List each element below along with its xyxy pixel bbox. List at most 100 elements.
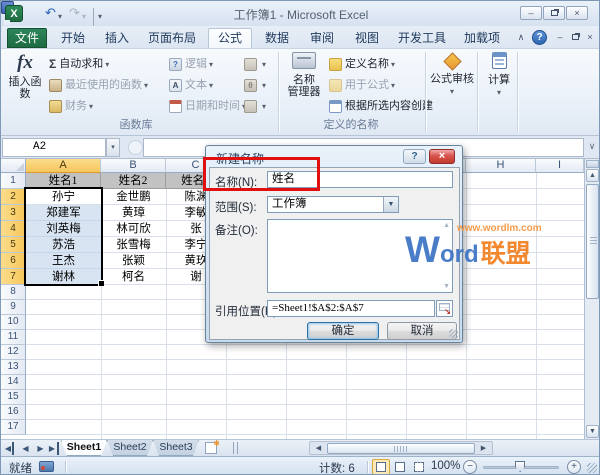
row-header-4[interactable]: 4 <box>1 221 26 237</box>
row-header-15[interactable]: 15 <box>1 390 26 405</box>
row-header-8[interactable]: 8 <box>1 285 26 300</box>
vertical-scrollbar[interactable]: ▲ ▼ <box>584 159 599 439</box>
row-header-12[interactable]: 12 <box>1 345 26 360</box>
insert-worksheet-icon[interactable]: ✱ <box>205 442 217 454</box>
name-manager-button[interactable]: 名称 管理器 <box>281 52 327 118</box>
sheet-tab-sheet3[interactable]: Sheet3 <box>153 440 199 456</box>
workbook-close-icon[interactable]: × <box>583 30 597 45</box>
horizontal-scroll-thumb[interactable] <box>327 443 475 454</box>
text-button[interactable]: A文本▾ <box>169 75 213 95</box>
dialog-help-icon[interactable]: ? <box>403 149 426 164</box>
cancel-button-icon[interactable] <box>128 140 143 155</box>
cell-B6[interactable]: 张颖 <box>101 253 166 269</box>
financial-button[interactable]: 财务▾ <box>49 96 93 116</box>
formula-auditing-button[interactable]: 公式审核 ▾ <box>429 52 475 118</box>
row-header-14[interactable]: 14 <box>1 375 26 390</box>
col-header-H[interactable]: H <box>466 159 536 173</box>
row-header-13[interactable]: 13 <box>1 360 26 375</box>
tab-data[interactable]: 数据 <box>257 28 297 48</box>
zoom-slider-thumb[interactable] <box>515 461 525 472</box>
zoom-in-icon[interactable]: + <box>567 460 581 474</box>
name-box-dropdown-icon[interactable]: ▾ <box>106 138 120 157</box>
more-functions-button[interactable]: ▾ <box>244 96 266 116</box>
vertical-split-handle[interactable] <box>586 160 599 168</box>
row-header-7[interactable]: 7 <box>1 269 26 285</box>
collapse-dialog-icon[interactable]: ↘ <box>436 300 453 317</box>
tab-insert[interactable]: 插入 <box>98 28 136 48</box>
cell-B4[interactable]: 林可欣 <box>101 221 166 237</box>
row-header-9[interactable]: 9 <box>1 300 26 315</box>
refers-to-input[interactable]: =Sheet1!$A$2:$A$7 <box>267 300 435 317</box>
cell-B3[interactable]: 黄璋 <box>101 205 166 221</box>
row-header-3[interactable]: 3 <box>1 205 26 221</box>
scroll-up-icon[interactable]: ▲ <box>586 169 599 182</box>
scroll-right-icon[interactable]: ▶ <box>476 443 491 454</box>
row-header-10[interactable]: 10 <box>1 315 26 330</box>
cancel-button[interactable]: 取消 <box>387 322 457 340</box>
row-header-16[interactable]: 16 <box>1 405 26 420</box>
tab-addins[interactable]: 加载项 <box>457 28 507 48</box>
col-header-A[interactable]: A <box>26 159 101 173</box>
use-in-formula-button[interactable]: 用于公式▾ <box>329 75 395 95</box>
zoom-level[interactable]: 100% <box>431 460 460 472</box>
resize-grip[interactable] <box>587 463 597 473</box>
lookup-reference-button[interactable]: ▾ <box>244 54 266 74</box>
fill-handle[interactable] <box>98 280 104 286</box>
zoom-out-icon[interactable]: − <box>463 460 477 474</box>
first-sheet-icon[interactable]: ◀ <box>4 442 14 455</box>
col-header-B[interactable]: B <box>101 159 166 173</box>
row-header-5[interactable]: 5 <box>1 237 26 253</box>
scroll-left-icon[interactable]: ◀ <box>311 443 326 454</box>
page-break-view-button[interactable] <box>410 459 428 475</box>
macro-record-icon[interactable] <box>39 461 54 472</box>
create-from-selection-button[interactable]: 根据所选内容创建 <box>329 96 433 116</box>
minimize-button[interactable]: – <box>520 6 542 20</box>
expand-formula-bar-icon[interactable]: ∨ <box>585 138 599 157</box>
textarea-scroll-down-icon[interactable]: ▼ <box>443 283 450 290</box>
page-layout-view-button[interactable] <box>391 459 409 475</box>
tab-developer[interactable]: 开发工具 <box>392 28 452 48</box>
prev-sheet-icon[interactable]: ◀ <box>19 442 32 455</box>
tab-formulas[interactable]: 公式 <box>208 28 252 48</box>
horizontal-scrollbar[interactable]: ◀ ▶ <box>309 441 493 455</box>
row-header-11[interactable]: 11 <box>1 330 26 345</box>
dialog-resize-grip[interactable] <box>449 329 458 338</box>
vertical-scroll-thumb[interactable] <box>586 184 599 299</box>
cell-B1[interactable]: 姓名2 <box>101 173 166 189</box>
workbook-restore-icon[interactable] <box>568 30 582 45</box>
scope-select[interactable]: 工作簿 ▼ <box>267 196 399 213</box>
date-time-button[interactable]: 日期和时间▾ <box>169 96 246 116</box>
row-header-6[interactable]: 6 <box>1 253 26 269</box>
help-icon[interactable]: ? <box>532 30 547 45</box>
row-header-17[interactable]: 17 <box>1 420 26 435</box>
next-sheet-icon[interactable]: ▶ <box>34 442 47 455</box>
workbook-minimize-icon[interactable]: – <box>553 30 567 45</box>
restore-button[interactable] <box>543 6 565 20</box>
tab-split-handle[interactable] <box>233 442 238 454</box>
col-header-I[interactable]: I <box>536 159 584 173</box>
sheet-tab-sheet2[interactable]: Sheet2 <box>107 440 153 456</box>
select-all-corner[interactable] <box>1 159 26 173</box>
tab-view[interactable]: 视图 <box>347 28 387 48</box>
cell-B7[interactable]: 柯名 <box>101 269 166 285</box>
calculation-button[interactable]: 计算 ▾ <box>481 52 517 118</box>
normal-view-button[interactable] <box>372 459 390 475</box>
insert-function-button[interactable]: fx 插入函数 <box>4 52 46 118</box>
math-trig-button[interactable]: θ▾ <box>244 75 266 95</box>
name-box[interactable]: A2 <box>2 138 106 157</box>
autosum-button[interactable]: Σ自动求和▾ <box>49 54 109 74</box>
close-button[interactable]: × <box>566 6 588 20</box>
dialog-close-icon[interactable]: × <box>429 149 455 164</box>
cell-B5[interactable]: 张雪梅 <box>101 237 166 253</box>
sheet-tab-sheet1[interactable]: Sheet1 <box>61 440 107 456</box>
define-name-button[interactable]: 定义名称▾ <box>329 54 395 74</box>
tab-file[interactable]: 文件 <box>7 28 47 48</box>
row-header-1[interactable]: 1 <box>1 173 26 189</box>
last-sheet-icon[interactable]: ▶ <box>47 442 59 455</box>
tab-review[interactable]: 审阅 <box>302 28 342 48</box>
scroll-down-icon[interactable]: ▼ <box>586 425 599 438</box>
logical-button[interactable]: ?逻辑▾ <box>169 54 213 74</box>
scope-dropdown-icon[interactable]: ▼ <box>383 197 398 212</box>
cell-B2[interactable]: 金世鹏 <box>101 189 166 205</box>
recent-functions-button[interactable]: 最近使用的函数▾ <box>49 75 148 95</box>
